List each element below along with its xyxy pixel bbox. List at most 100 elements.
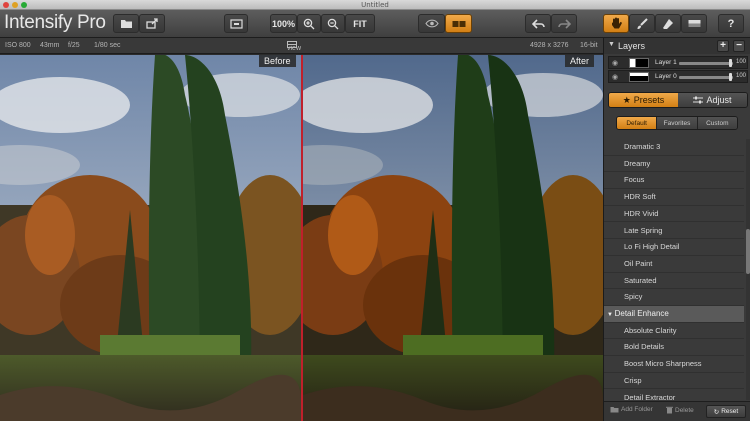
focal-length: 43mm xyxy=(40,42,60,49)
preset-label: Absolute Clarity xyxy=(624,325,677,335)
fit-button[interactable]: FIT xyxy=(345,14,375,33)
preset-label: Saturated xyxy=(624,275,657,285)
redo-button[interactable] xyxy=(551,14,577,33)
preset-item[interactable]: Late Spring xyxy=(604,222,744,240)
preset-label: Dreamy xyxy=(624,158,651,168)
before-label: Before xyxy=(259,55,296,67)
preset-item[interactable]: Bold Details xyxy=(604,339,744,357)
zoom-out-icon xyxy=(327,18,339,29)
preview-toggle-button[interactable] xyxy=(418,14,445,33)
category-default[interactable]: Default xyxy=(617,117,658,129)
reset-icon: ↻ xyxy=(713,408,720,416)
before-image[interactable] xyxy=(0,55,301,421)
hand-tool-button[interactable] xyxy=(603,14,629,33)
preset-item[interactable]: Dramatic 3 xyxy=(604,139,744,156)
bit-depth: 16-bit xyxy=(580,42,598,49)
preset-item[interactable]: Focus xyxy=(604,172,744,190)
right-panel: ▼ Layers + − ◉ Layer 1 100 ◉ Layer 0 100… xyxy=(603,38,750,421)
brush-icon xyxy=(637,17,648,29)
tab-presets[interactable]: ★ Presets xyxy=(609,93,678,107)
folder-icon xyxy=(610,407,619,413)
iso-value: ISO 800 xyxy=(5,42,31,49)
preset-item[interactable]: Spicy xyxy=(604,289,744,306)
preset-item[interactable]: Boost Micro Sharpness xyxy=(604,356,744,373)
layer-opacity-knob[interactable] xyxy=(729,73,732,81)
eye-icon[interactable]: ◉ xyxy=(612,59,618,67)
eye-icon xyxy=(424,19,439,28)
layers-header: ▼ Layers + − xyxy=(604,38,750,54)
help-button[interactable]: ? xyxy=(718,14,744,33)
split-view-button[interactable] xyxy=(445,14,472,33)
zoom-in-button[interactable] xyxy=(297,14,321,33)
preset-label: Dramatic 3 xyxy=(624,142,661,151)
preset-item[interactable]: Dreamy xyxy=(604,155,744,173)
preset-item[interactable]: Lo Fi High Detail xyxy=(604,239,744,256)
window-title: Untitled xyxy=(361,1,389,9)
preset-item[interactable]: Oil Paint xyxy=(604,255,744,273)
add-folder-label: Add Folder xyxy=(621,406,653,413)
mask-tool-button[interactable] xyxy=(681,14,707,33)
preset-item[interactable]: HDR Vivid xyxy=(604,205,744,223)
preset-label: Bold Details xyxy=(624,342,665,352)
preset-label: Late Spring xyxy=(624,225,663,235)
preset-item[interactable]: Detail Extractor xyxy=(604,389,744,401)
preset-label: Oil Paint xyxy=(624,258,653,268)
layer-opacity-slider[interactable] xyxy=(679,76,733,79)
aperture: f/25 xyxy=(68,42,80,49)
sliders-icon xyxy=(693,96,704,104)
window-titlebar: Untitled xyxy=(0,0,750,10)
category-favorites[interactable]: Favorites xyxy=(657,117,698,129)
undo-button[interactable] xyxy=(525,14,551,33)
delete-label: Delete xyxy=(675,406,694,414)
zoom-in-icon xyxy=(303,18,315,29)
preset-item[interactable]: Saturated xyxy=(604,272,744,290)
presets-scroll-thumb[interactable] xyxy=(746,229,750,274)
delete-button[interactable]: Delete xyxy=(666,406,694,414)
presets-scrollbar[interactable] xyxy=(746,139,750,400)
tab-adjust[interactable]: Adjust xyxy=(678,93,747,107)
zoom-out-button[interactable] xyxy=(321,14,345,33)
redo-arrow-icon xyxy=(557,18,571,29)
layers-title: Layers xyxy=(618,41,646,51)
view-label: view xyxy=(287,45,302,52)
presets-list: Dramatic 3 Dreamy Focus HDR Soft HDR Vivid La… xyxy=(604,139,744,400)
after-image[interactable] xyxy=(303,55,603,421)
share-icon xyxy=(145,18,158,29)
tab-adjust-label: Adjust xyxy=(706,95,732,105)
reset-button[interactable]: ↻ Reset xyxy=(706,405,746,418)
preset-label: HDR Soft xyxy=(624,192,656,202)
layer-row[interactable]: ◉ Layer 1 100 xyxy=(608,56,748,69)
view-toggle[interactable]: view xyxy=(287,41,301,52)
preset-item[interactable]: HDR Soft xyxy=(604,189,744,206)
layer-row[interactable]: ◉ Layer 0 100 xyxy=(608,70,748,83)
eye-icon[interactable]: ◉ xyxy=(612,73,618,81)
preset-item[interactable]: Absolute Clarity xyxy=(604,322,744,340)
layer-thumbnail xyxy=(629,72,649,82)
presentation-mode-button[interactable] xyxy=(224,14,248,33)
preset-item[interactable]: Crisp xyxy=(604,372,744,390)
open-button[interactable] xyxy=(113,14,139,33)
add-folder-button[interactable]: Add Folder xyxy=(610,406,653,413)
layer-opacity-knob[interactable] xyxy=(729,59,732,67)
split-view-icon xyxy=(452,20,465,27)
tab-presets-label: Presets xyxy=(633,95,665,105)
share-button[interactable] xyxy=(139,14,165,33)
brush-tool-button[interactable] xyxy=(629,14,655,33)
preset-label: Spicy xyxy=(624,292,643,302)
category-custom[interactable]: Custom xyxy=(697,117,737,129)
hand-icon xyxy=(612,17,622,29)
add-layer-button[interactable]: + xyxy=(717,40,729,52)
star-icon: ★ xyxy=(622,94,631,105)
disclosure-triangle-icon[interactable]: ▼ xyxy=(608,41,615,48)
eraser-tool-button[interactable] xyxy=(655,14,681,33)
zoom-100-button[interactable]: 100% xyxy=(270,14,297,33)
layer-opacity-slider[interactable] xyxy=(679,62,733,65)
shutter-speed: 1/80 sec xyxy=(94,42,121,49)
reset-label: Reset xyxy=(721,408,739,415)
layer-name: Layer 0 xyxy=(655,73,677,80)
preset-label: Detail Extractor xyxy=(624,392,676,401)
app-name: Intensify Pro xyxy=(4,12,106,33)
undo-arrow-icon xyxy=(531,18,545,29)
remove-layer-button[interactable]: − xyxy=(733,40,745,52)
preset-group-header[interactable]: ▼ Detail Enhance xyxy=(604,306,744,323)
